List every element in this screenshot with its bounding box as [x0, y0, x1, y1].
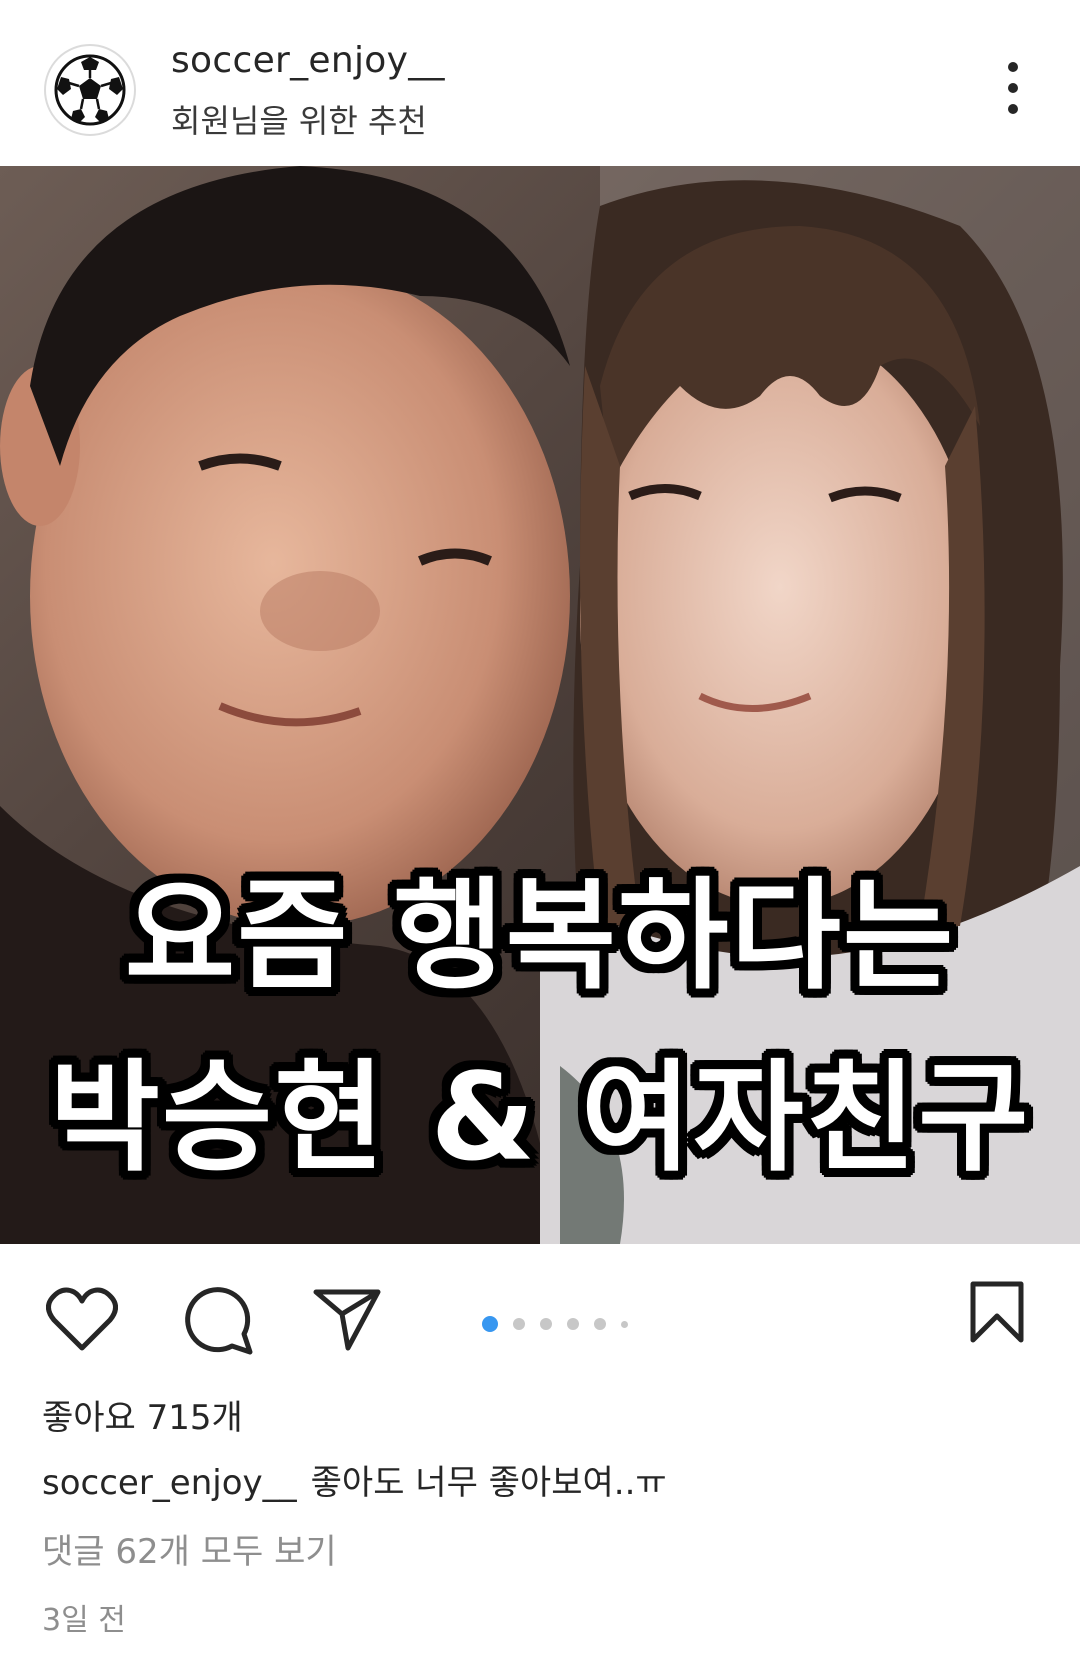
carousel-dot — [513, 1318, 525, 1330]
post-timestamp: 3일 전 — [42, 1603, 126, 1638]
more-vertical-icon[interactable] — [998, 62, 1028, 118]
carousel-dot-active — [482, 1316, 498, 1332]
view-all-comments-link[interactable]: 댓글 62개 모두 보기 — [42, 1524, 337, 1573]
post-username[interactable]: soccer_enjoy__ — [171, 40, 445, 81]
carousel-dot — [594, 1318, 606, 1330]
avatar[interactable] — [44, 44, 136, 136]
heart-outline-icon[interactable] — [46, 1286, 118, 1356]
carousel-dot — [621, 1320, 628, 1328]
carousel-dot — [567, 1318, 579, 1330]
post-header: soccer_enjoy__ 회원님을 위한 추천 — [0, 0, 1080, 166]
carousel-dot — [540, 1318, 552, 1330]
caption-username[interactable]: soccer_enjoy__ — [42, 1463, 297, 1503]
post-image[interactable]: 요즘 행복하다는 박승현 & 여자친구 — [0, 166, 1080, 1244]
caption-text: 좋아도 너무 좋아보여..ㅠ — [310, 1463, 667, 1503]
image-caption-line-2: 박승현 & 여자친구 — [49, 1049, 1031, 1188]
image-caption-line-1: 요즘 행복하다는 — [124, 867, 956, 1006]
likes-count[interactable]: 좋아요 715개 — [42, 1390, 243, 1439]
post-actions — [0, 1244, 1080, 1384]
carousel-indicator — [482, 1314, 643, 1334]
soccer-ball-icon — [54, 54, 126, 126]
bookmark-outline-icon[interactable] — [968, 1280, 1026, 1348]
post-caption: soccer_enjoy__ 좋아도 너무 좋아보여..ㅠ — [42, 1455, 667, 1504]
suggested-label: 회원님을 위한 추천 — [171, 102, 427, 140]
comment-bubble-icon[interactable] — [182, 1284, 254, 1360]
paper-plane-icon[interactable] — [312, 1286, 382, 1356]
